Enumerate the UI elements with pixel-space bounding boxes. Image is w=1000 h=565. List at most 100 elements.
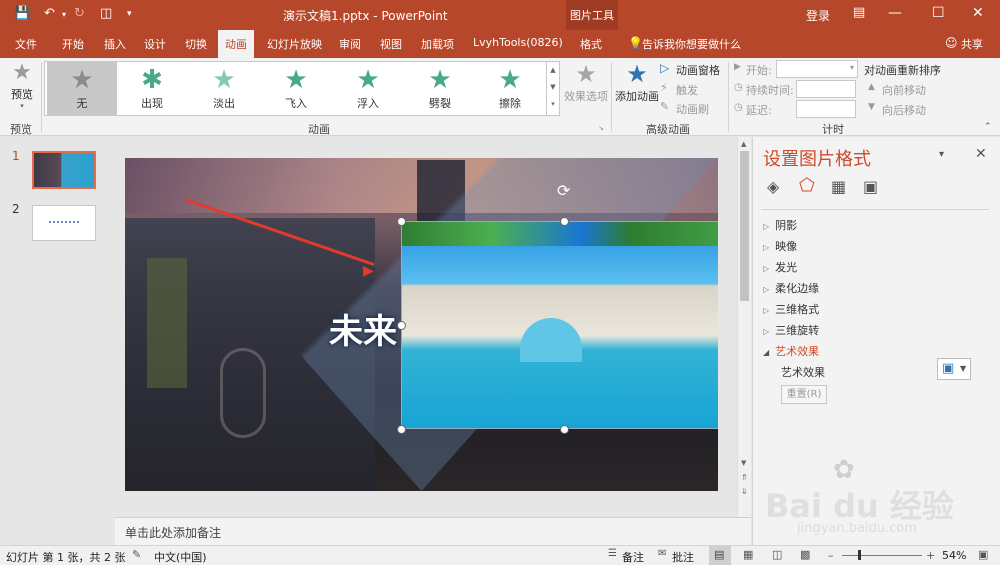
undo-dropdown-icon[interactable]: ▾ [62, 10, 66, 19]
redo-icon[interactable]: ↻ [74, 6, 85, 21]
resize-handle[interactable] [397, 425, 406, 434]
tab-slideshow[interactable]: 幻灯片放映 [267, 36, 322, 52]
tab-transitions[interactable]: 切换 [185, 36, 207, 52]
tell-me-search[interactable]: 告诉我你想要做什么 [642, 36, 741, 52]
resize-handle[interactable] [397, 321, 406, 330]
gallery-scroll[interactable]: ▲ ▼ ▾ [546, 62, 559, 115]
notes-pane[interactable]: 单击此处添加备注 [115, 517, 751, 545]
tab-view[interactable]: 视图 [380, 36, 402, 52]
pane-options-icon[interactable]: ▾ [939, 149, 944, 160]
section-glow[interactable]: ▷ 发光 [763, 259, 797, 275]
fit-to-window-icon[interactable]: ▣ [978, 548, 988, 561]
effect-options-button[interactable]: ★ 效果选项 [562, 60, 610, 116]
tab-insert[interactable]: 插入 [104, 36, 126, 52]
scroll-thumb[interactable] [740, 151, 749, 301]
slide-title-text[interactable]: 未来 [329, 304, 397, 353]
slide-thumbnail-2[interactable] [32, 205, 96, 241]
zoom-level[interactable]: 54% [942, 549, 966, 562]
animation-split[interactable]: ★ 劈裂 [405, 62, 475, 115]
section-label: 三维旋转 [775, 324, 820, 337]
section-soft-edges[interactable]: ▷ 柔化边缘 [763, 280, 819, 296]
fly-in-star-icon: ★ [284, 65, 308, 95]
trigger-button[interactable]: 触发 [676, 82, 698, 98]
save-icon[interactable]: 💾 [14, 6, 30, 21]
scroll-down-icon[interactable]: ▼ [741, 459, 746, 467]
tab-review[interactable]: 审阅 [339, 36, 361, 52]
comments-toggle-button[interactable]: 批注 [672, 549, 694, 565]
size-icon[interactable]: ▦ [831, 177, 846, 196]
zoom-out-icon[interactable]: – [828, 549, 834, 562]
animation-appear[interactable]: ✱ 出现 [117, 62, 187, 115]
move-earlier-button[interactable]: 向前移动 [882, 82, 926, 98]
slide-sorter-icon[interactable]: ▦ [743, 548, 753, 561]
artistic-effects-dropdown[interactable]: ▣ ▼ [937, 358, 971, 380]
animation-none[interactable]: ★ 无 [47, 62, 117, 115]
resize-handle[interactable] [397, 217, 406, 226]
language-indicator[interactable]: 中文(中国) [154, 549, 207, 565]
slide-counter: 幻灯片 第 1 张，共 2 张 [6, 551, 126, 564]
present-from-start-icon[interactable]: ◫ [100, 6, 112, 21]
slide-canvas[interactable]: ▶ 未来 ⟳ [125, 158, 718, 491]
reading-view-icon[interactable]: ◫ [772, 548, 782, 561]
tab-lvyhtools[interactable]: LvyhTools(0826) [473, 36, 563, 49]
close-pane-icon[interactable]: ✕ [975, 146, 987, 162]
preview-group-label: 预览 [10, 123, 32, 136]
move-later-button[interactable]: 向后移动 [882, 102, 926, 118]
proofing-icon[interactable]: ✎ [132, 548, 141, 561]
minimize-icon[interactable]: — [888, 5, 902, 21]
tab-file[interactable]: 文件 [15, 36, 37, 52]
split-star-icon: ★ [428, 65, 452, 95]
delay-spinner[interactable] [796, 100, 856, 118]
notes-icon: ☰ [608, 548, 617, 559]
tab-home[interactable]: 开始 [62, 36, 84, 52]
section-reflection[interactable]: ▷ 映像 [763, 238, 797, 254]
zoom-slider[interactable] [842, 555, 922, 556]
fill-icon[interactable]: ◈ [767, 177, 779, 196]
tab-animations[interactable]: 动画 [218, 30, 254, 58]
section-shadow[interactable]: ▷ 阴影 [763, 217, 797, 233]
slide-thumbnail-1[interactable] [32, 151, 96, 189]
collapse-ribbon-icon[interactable]: ⌃ [984, 122, 992, 132]
editor-scrollbar[interactable]: ▲ ▼ ⇑ ⇓ [737, 137, 751, 517]
animation-float-in[interactable]: ★ 浮入 [333, 62, 403, 115]
animation-pane-button[interactable]: 动画窗格 [676, 62, 720, 78]
picture-icon[interactable]: ▣ [863, 177, 878, 196]
slideshow-icon[interactable]: ▩ [800, 548, 810, 561]
duration-label: 持续时间: [746, 84, 794, 97]
login-button[interactable]: 登录 [806, 7, 830, 24]
add-animation-button[interactable]: ★ 添加动画 [613, 60, 661, 116]
previous-slide-icon[interactable]: ⇑ [741, 473, 748, 482]
scroll-up-icon[interactable]: ▲ [741, 140, 746, 148]
reset-button[interactable]: 重置(R) [781, 385, 827, 404]
close-window-icon[interactable]: ✕ [972, 5, 984, 21]
animation-painter-button[interactable]: 动画刷 [676, 101, 709, 117]
tab-design[interactable]: 设计 [144, 36, 166, 52]
section-3d-rotation[interactable]: ▷ 三维旋转 [763, 322, 819, 338]
customize-qat-icon[interactable]: ▾ [127, 9, 132, 19]
zoom-slider-thumb[interactable] [858, 550, 861, 560]
next-slide-icon[interactable]: ⇓ [741, 487, 748, 496]
resize-handle[interactable] [560, 217, 569, 226]
animation-fade[interactable]: ★ 淡出 [189, 62, 259, 115]
maximize-icon[interactable]: ☐ [932, 5, 945, 21]
section-3d-format[interactable]: ▷ 三维格式 [763, 301, 819, 317]
undo-icon[interactable]: ↶ [44, 6, 55, 21]
selected-picture-coast[interactable] [401, 221, 718, 429]
tab-format[interactable]: 格式 [580, 36, 602, 52]
notes-toggle-button[interactable]: 备注 [622, 549, 644, 565]
section-artistic-effects[interactable]: ◢ 艺术效果 [763, 343, 819, 359]
dialog-launcher-icon[interactable]: ↘ [598, 124, 604, 132]
preview-button[interactable]: ★ 预览 ▾ [6, 60, 38, 116]
start-select[interactable]: ▾ [776, 60, 858, 78]
slide-thumbnails-pane: 1 2 [0, 137, 115, 545]
duration-spinner[interactable] [796, 80, 856, 98]
effects-icon[interactable]: ⬠ [799, 175, 815, 196]
share-button[interactable]: 共享 [961, 36, 983, 52]
ribbon-display-options-icon[interactable]: ▤ [853, 5, 865, 20]
animation-wipe[interactable]: ★ 擦除 [475, 62, 545, 115]
tab-addins[interactable]: 加载项 [421, 36, 454, 52]
animation-fly-in[interactable]: ★ 飞入 [261, 62, 331, 115]
rotate-handle-icon[interactable]: ⟳ [557, 181, 570, 200]
resize-handle[interactable] [560, 425, 569, 434]
zoom-in-icon[interactable]: + [926, 549, 935, 562]
